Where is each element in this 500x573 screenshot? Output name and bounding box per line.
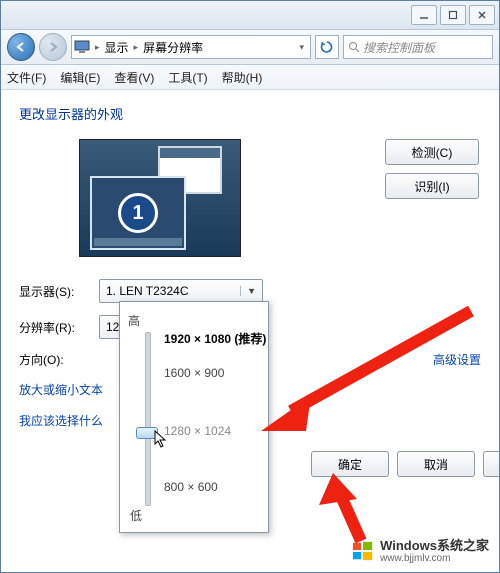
monitor-icon bbox=[74, 39, 90, 55]
primary-monitor-icon: 1 bbox=[90, 176, 186, 250]
refresh-button[interactable] bbox=[315, 35, 339, 59]
back-button[interactable] bbox=[7, 33, 35, 61]
display-value: 1. LEN T2324C bbox=[106, 284, 189, 298]
search-placeholder: 搜索控制面板 bbox=[363, 39, 435, 56]
monitor-preview[interactable]: 1 bbox=[79, 139, 241, 257]
resolution-slider[interactable] bbox=[138, 332, 156, 506]
window-root: ▸ 显示 ▸ 屏幕分辨率 ▾ 搜索控制面板 文件(F) 编辑(E) 查看(V) … bbox=[0, 0, 500, 573]
slider-high-label: 高 bbox=[128, 312, 260, 329]
crumb-display[interactable]: 显示 bbox=[105, 39, 129, 56]
link-which-choose[interactable]: 我应该选择什么 bbox=[19, 412, 103, 429]
identify-button[interactable]: 识别(I) bbox=[385, 173, 479, 199]
crumb-resolution[interactable]: 屏幕分辨率 bbox=[143, 39, 203, 56]
watermark-title: Windows系统之家 bbox=[380, 539, 489, 553]
chevron-right-icon: ▸ bbox=[131, 42, 142, 53]
slider-track bbox=[145, 332, 151, 506]
breadcrumb[interactable]: ▸ 显示 ▸ 屏幕分辨率 ▾ bbox=[71, 35, 311, 59]
titlebar bbox=[1, 1, 499, 30]
menu-view[interactable]: 查看(V) bbox=[114, 69, 154, 86]
menu-file[interactable]: 文件(F) bbox=[7, 69, 46, 86]
nav-bar: ▸ 显示 ▸ 屏幕分辨率 ▾ 搜索控制面板 bbox=[1, 30, 499, 65]
cursor-icon bbox=[154, 430, 172, 452]
page-title: 更改显示器的外观 bbox=[19, 104, 481, 123]
link-advanced[interactable]: 高级设置 bbox=[433, 351, 481, 368]
chevron-right-icon: ▸ bbox=[92, 42, 103, 53]
minimize-button[interactable] bbox=[411, 5, 437, 25]
help-links: 放大或缩小文本 我应该选择什么 bbox=[19, 381, 103, 429]
res-option-1600[interactable]: 1600 × 900 bbox=[164, 366, 224, 380]
search-icon bbox=[348, 41, 360, 53]
resolution-label: 分辨率(R): bbox=[19, 319, 99, 336]
maximize-button[interactable] bbox=[440, 5, 466, 25]
ok-button[interactable]: 确定 bbox=[311, 451, 389, 477]
watermark-url: www.bjjmlv.com bbox=[380, 553, 489, 564]
menu-edit[interactable]: 编辑(E) bbox=[60, 69, 100, 86]
monitor-preview-row: 1 检测(C) 识别(I) bbox=[19, 139, 481, 257]
menu-help[interactable]: 帮助(H) bbox=[222, 69, 263, 86]
apply-button[interactable]: 应用(A) bbox=[483, 451, 500, 477]
detect-button[interactable]: 检测(C) bbox=[385, 139, 479, 165]
windows-logo-icon bbox=[352, 540, 374, 562]
link-zoom-text[interactable]: 放大或缩小文本 bbox=[19, 381, 103, 398]
slider-low-label: 低 bbox=[130, 507, 142, 524]
dialog-button-row: 确定 取消 应用(A) bbox=[311, 451, 500, 477]
close-button[interactable] bbox=[469, 5, 495, 25]
res-option-800[interactable]: 800 × 600 bbox=[164, 480, 218, 494]
side-button-column: 检测(C) 识别(I) bbox=[385, 139, 479, 199]
chevron-down-icon: ▼ bbox=[240, 286, 256, 296]
display-label: 显示器(S): bbox=[19, 283, 99, 300]
forward-button[interactable] bbox=[39, 33, 67, 61]
menu-bar: 文件(F) 编辑(E) 查看(V) 工具(T) 帮助(H) bbox=[1, 65, 499, 90]
watermark: Windows系统之家 www.bjjmlv.com bbox=[352, 539, 489, 564]
chevron-down-icon[interactable]: ▾ bbox=[295, 42, 308, 53]
cancel-button[interactable]: 取消 bbox=[397, 451, 475, 477]
display-dropdown[interactable]: 1. LEN T2324C ▼ bbox=[99, 279, 263, 303]
search-input[interactable]: 搜索控制面板 bbox=[343, 35, 493, 59]
monitor-number-badge: 1 bbox=[118, 193, 158, 233]
res-option-recommended[interactable]: 1920 × 1080 (推荐) bbox=[164, 330, 266, 347]
res-option-1280[interactable]: 1280 × 1024 bbox=[164, 424, 231, 438]
orientation-label: 方向(O): bbox=[19, 351, 99, 368]
display-row: 显示器(S): 1. LEN T2324C ▼ bbox=[19, 279, 481, 303]
menu-tools[interactable]: 工具(T) bbox=[168, 69, 207, 86]
resolution-slider-popup: 高 1920 × 1080 (推荐) 1600 × 900 1280 × 102… bbox=[119, 301, 269, 533]
